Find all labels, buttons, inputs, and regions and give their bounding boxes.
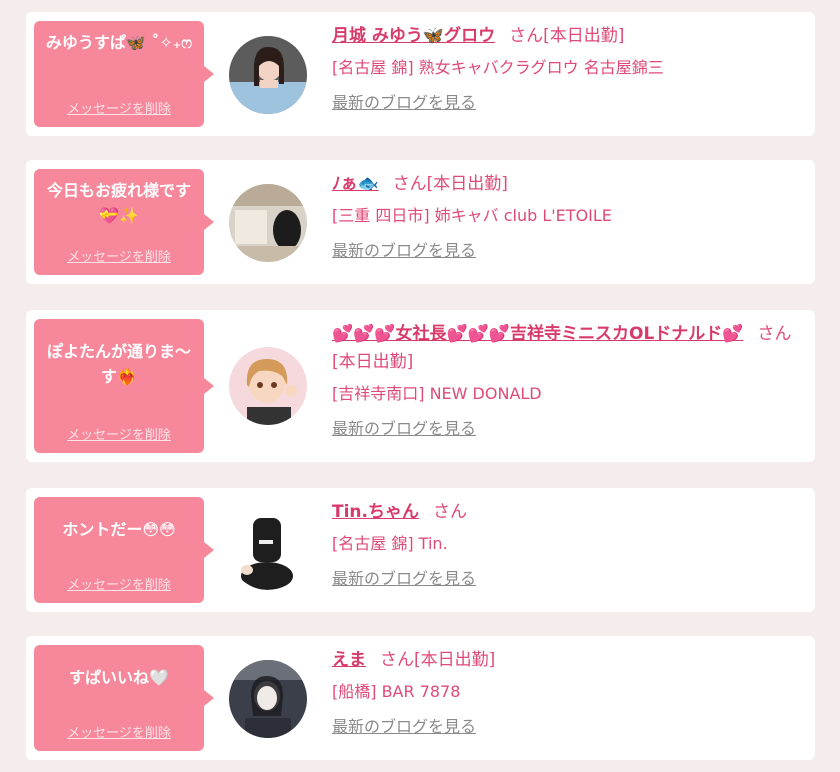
view-blog-link[interactable]: 最新のブログを見る — [332, 240, 802, 262]
honorific: さん — [392, 174, 427, 194]
avatar-photo-icon — [229, 184, 307, 262]
avatar[interactable] — [229, 660, 307, 738]
avatar[interactable] — [229, 347, 307, 425]
message-bubble: ぽよたんが通りま～す❤️‍🔥 メッセージを削除 — [34, 319, 214, 453]
view-blog-link[interactable]: 最新のブログを見る — [332, 418, 802, 440]
item-info: ﾉぁ🐟 さん[本日出勤] [三重 四日市] 姉キャバ club L'ETOILE … — [332, 170, 802, 262]
message-text: 今日もお疲れ様です💝✨ — [46, 181, 191, 225]
list-item: みゆうすぱ🦋 ˚✧₊ෆ メッセージを削除 月城 みゆう🦋グロウ さん[本日出勤] … — [26, 12, 815, 136]
status-badge: [本日出勤] — [543, 26, 625, 46]
delete-message-link[interactable]: メッセージを削除 — [34, 726, 204, 742]
message-text: みゆうすぱ🦋 ˚✧₊ෆ — [45, 33, 193, 52]
view-blog-link[interactable]: 最新のブログを見る — [332, 568, 802, 590]
shop-text: [名古屋 錦] 熟女キャバクラグロウ 名古屋錦三 — [332, 58, 664, 77]
shop-text: [名古屋 錦] Tin. — [332, 534, 448, 553]
view-blog-link[interactable]: 最新のブログを見る — [332, 716, 802, 738]
message-bubble: みゆうすぱ🦋 ˚✧₊ෆ メッセージを削除 — [34, 21, 214, 127]
message-bubble: 今日もお疲れ様です💝✨ メッセージを削除 — [34, 169, 214, 275]
shop-text: [三重 四日市] 姉キャバ club L'ETOILE — [332, 206, 612, 225]
shop-text: [吉祥寺南口] NEW DONALD — [332, 384, 542, 403]
delete-message-link[interactable]: メッセージを削除 — [34, 250, 204, 266]
user-name-link[interactable]: Tin.ちゃん — [332, 502, 419, 522]
view-blog-link[interactable]: 最新のブログを見る — [332, 92, 802, 114]
avatar-illustration-icon — [229, 347, 307, 425]
item-info: Tin.ちゃん さん [名古屋 錦] Tin. 最新のブログを見る — [332, 498, 802, 590]
item-info: 💕💕💕女社長💕💕💕吉祥寺ミニスカOLドナルド💕 さん [本日出勤] [吉祥寺南口] … — [332, 320, 802, 440]
avatar-photo-icon — [229, 36, 307, 114]
avatar-photo-icon — [229, 660, 307, 738]
message-list: みゆうすぱ🦋 ˚✧₊ෆ メッセージを削除 月城 みゆう🦋グロウ さん[本日出勤] … — [0, 0, 840, 772]
avatar-illustration-icon — [229, 512, 307, 590]
list-item: 今日もお疲れ様です💝✨ メッセージを削除 ﾉぁ🐟 さん[本日出勤] [三重 四日市… — [26, 160, 815, 284]
honorific: さん — [757, 324, 792, 344]
message-bubble: ホントだー😳😳 メッセージを削除 — [34, 497, 214, 603]
honorific: さん — [380, 650, 414, 670]
delete-message-link[interactable]: メッセージを削除 — [34, 428, 204, 444]
shop-text: [船橋] BAR 7878 — [332, 682, 461, 701]
user-name-link[interactable]: えま — [332, 650, 366, 670]
honorific: さん — [509, 26, 544, 46]
message-text: ホントだー😳😳 — [62, 520, 176, 539]
item-info: 月城 みゆう🦋グロウ さん[本日出勤] [名古屋 錦] 熟女キャバクラグロウ 名古… — [332, 22, 802, 114]
avatar[interactable] — [229, 184, 307, 262]
delete-message-link[interactable]: メッセージを削除 — [34, 102, 204, 118]
delete-message-link[interactable]: メッセージを削除 — [34, 578, 204, 594]
avatar[interactable] — [229, 36, 307, 114]
status-badge: [本日出勤] — [332, 352, 414, 372]
avatar[interactable] — [229, 512, 307, 590]
message-bubble: すぱいいね🤍 メッセージを削除 — [34, 645, 214, 751]
status-badge: [本日出勤] — [414, 650, 496, 670]
list-item: すぱいいね🤍 メッセージを削除 えま さん[本日出勤] [船橋] BAR 7878… — [26, 636, 815, 760]
status-badge: [本日出勤] — [426, 174, 508, 194]
user-name-link[interactable]: 月城 みゆう🦋グロウ — [332, 26, 495, 46]
list-item: ぽよたんが通りま～す❤️‍🔥 メッセージを削除 💕💕💕女社長💕💕💕吉祥寺ミニスカ… — [26, 310, 815, 462]
list-item: ホントだー😳😳 メッセージを削除 Tin.ちゃん さん [名古屋 錦] Tin. … — [26, 488, 815, 612]
item-info: えま さん[本日出勤] [船橋] BAR 7878 最新のブログを見る — [332, 646, 802, 738]
user-name-link[interactable]: ﾉぁ🐟 — [332, 174, 379, 194]
message-text: ぽよたんが通りま～す❤️‍🔥 — [46, 342, 191, 386]
user-name-link[interactable]: 💕💕💕女社長💕💕💕吉祥寺ミニスカOLドナルド💕 — [332, 324, 743, 344]
honorific: さん — [432, 502, 467, 522]
message-text: すぱいいね🤍 — [69, 668, 169, 687]
